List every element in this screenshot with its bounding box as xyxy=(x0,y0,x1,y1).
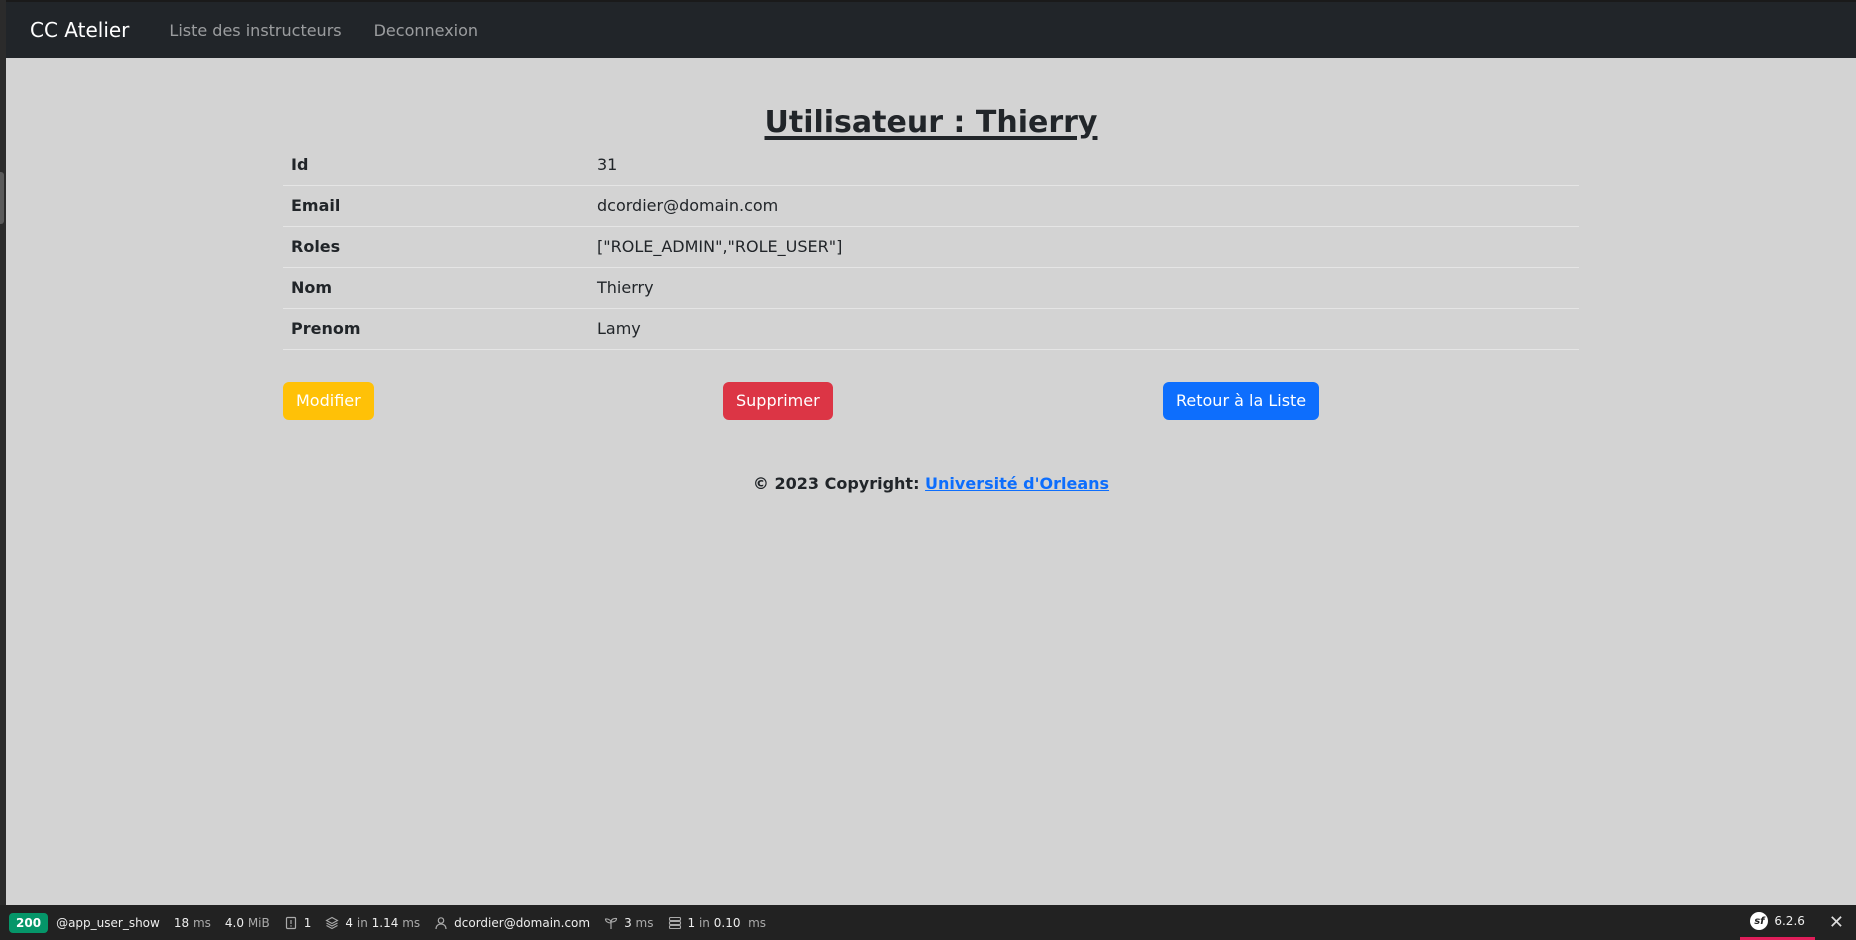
footer-copyright: © 2023 Copyright: Université d'Orleans xyxy=(283,474,1579,493)
memory-value: 4.0 xyxy=(224,915,244,930)
security-user: dcordier@domain.com xyxy=(454,915,591,930)
detail-label: Id xyxy=(291,154,309,174)
twig-unit: ms xyxy=(402,915,421,930)
navbar-brand[interactable]: CC Atelier xyxy=(30,18,129,42)
detail-label: Prenom xyxy=(291,319,361,338)
layers-icon xyxy=(325,916,340,929)
user-detail-table: Id 31 Email dcordier@domain.com Roles ["… xyxy=(283,144,1579,350)
log-file-icon xyxy=(285,916,296,929)
main-content: Utilisateur : Thierry Id 31 Email dcordi… xyxy=(283,58,1579,493)
left-window-strip xyxy=(0,0,6,940)
events-unit: ms xyxy=(635,915,654,930)
detail-value: Lamy xyxy=(597,319,641,338)
database-icon xyxy=(668,916,681,929)
navbar: CC Atelier Liste des instructeurs Deconn… xyxy=(6,2,1856,58)
edit-button[interactable]: Modifier xyxy=(283,381,374,420)
toolbar-right: sf 6.2.6 ✕ xyxy=(1740,905,1856,940)
status-code-badge[interactable]: 200 xyxy=(9,912,49,933)
db-time: 0.10 xyxy=(713,915,741,930)
twig-in: in xyxy=(356,915,368,930)
memory-usage[interactable]: 4.0 MiB xyxy=(225,916,270,930)
twig-panel[interactable]: 4 in 1.14 ms xyxy=(325,916,420,930)
back-to-list-button[interactable]: Retour à la Liste xyxy=(1163,381,1320,420)
request-time-unit: ms xyxy=(192,915,211,930)
detail-label: Email xyxy=(291,196,341,215)
symfony-logo-icon: sf xyxy=(1750,912,1769,930)
memory-unit: MiB xyxy=(247,915,270,930)
database-panel[interactable]: 1 in 0.10 ms xyxy=(668,915,767,930)
table-row: Nom Thierry xyxy=(283,267,1579,308)
copyright-text: © 2023 Copyright: xyxy=(752,473,926,493)
request-time-value: 18 xyxy=(173,915,190,930)
symfony-version[interactable]: sf 6.2.6 xyxy=(1740,905,1815,940)
detail-value: dcordier@domain.com xyxy=(597,196,779,215)
detail-value: ["ROLE_ADMIN","ROLE_USER"] xyxy=(597,237,843,256)
symfony-debug-toolbar: 200 @app_user_show 18 ms 4.0 MiB 1 4 in … xyxy=(0,905,1856,940)
left-strip-handle[interactable] xyxy=(0,172,4,224)
table-row: Roles ["ROLE_ADMIN","ROLE_USER"] xyxy=(283,226,1579,267)
request-time[interactable]: 18 ms xyxy=(174,916,211,930)
detail-value: 31 xyxy=(597,154,618,174)
university-link[interactable]: Université d'Orleans xyxy=(925,474,1109,493)
page-title: Utilisateur : Thierry xyxy=(764,105,1098,140)
events-time: 3 xyxy=(624,915,632,930)
events-panel[interactable]: 3 ms xyxy=(604,915,654,930)
detail-label: Nom xyxy=(291,278,333,297)
logs-count: 1 xyxy=(303,915,312,930)
symfony-version-number: 6.2.6 xyxy=(1774,914,1805,928)
table-row: Prenom Lamy xyxy=(283,308,1579,349)
detail-label: Roles xyxy=(291,237,341,256)
security-panel[interactable]: dcordier@domain.com xyxy=(434,916,590,930)
user-icon xyxy=(435,916,447,929)
db-unit: ms xyxy=(748,915,767,930)
nav-link-instructeurs[interactable]: Liste des instructeurs xyxy=(169,21,341,40)
table-row: Id 31 xyxy=(283,144,1579,185)
sprout-icon xyxy=(605,917,618,929)
db-count: 1 xyxy=(687,915,696,930)
close-icon[interactable]: ✕ xyxy=(1829,912,1844,933)
delete-button[interactable]: Supprimer xyxy=(723,381,833,420)
logs-panel[interactable]: 1 xyxy=(284,915,312,930)
nav-link-deconnexion[interactable]: Deconnexion xyxy=(374,21,478,40)
table-row: Email dcordier@domain.com xyxy=(283,185,1579,226)
db-in: in xyxy=(698,915,710,930)
twig-count: 4 xyxy=(345,915,354,930)
action-buttons: Modifier Supprimer Retour à la Liste xyxy=(283,381,1579,452)
detail-value: Thierry xyxy=(597,278,654,297)
twig-time: 1.14 xyxy=(371,915,399,930)
route-name[interactable]: @app_user_show xyxy=(56,916,160,930)
